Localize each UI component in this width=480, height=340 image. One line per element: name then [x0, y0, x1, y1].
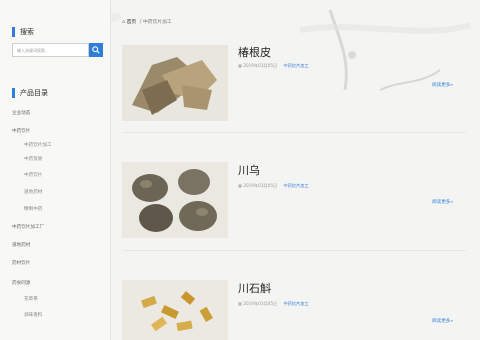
sidebar-category-item[interactable]: 道地药材 — [12, 242, 30, 248]
sidebar: 搜索 输入关键词搜索... 产品目录 企业动态 中药饮片 中药饮片加工 中药贸易 中药饮… — [0, 0, 111, 340]
read-more-link-2[interactable]: 阅读更多» — [432, 199, 453, 205]
product-image-chuanshihu[interactable] — [122, 280, 228, 340]
bark-pieces-image — [122, 45, 228, 121]
product-image-chuanwu[interactable] — [122, 162, 228, 238]
sidebar-category-item[interactable]: 精制中药 — [24, 206, 42, 212]
calendar-icon: ▦ — [238, 183, 242, 188]
sidebar-category-item[interactable]: 中药饮片 — [24, 172, 42, 178]
sidebar-category-item[interactable]: 药材饮片 — [12, 260, 30, 266]
breadcrumb-separator: / — [139, 20, 142, 25]
sidebar-category-item[interactable]: 企业动态 — [12, 110, 30, 116]
breadcrumb-home[interactable]: 首页 — [127, 20, 137, 25]
breadcrumb-current: 中药饮片加工 — [142, 20, 172, 25]
divider — [122, 132, 466, 133]
sidebar-category-item[interactable]: 道地药材 — [24, 189, 42, 195]
card-date-1: 2019年03月05日 — [243, 63, 278, 68]
read-more-link-1[interactable]: 阅读更多» — [432, 82, 453, 88]
calendar-icon: ▦ — [238, 301, 242, 306]
roots-image — [122, 162, 228, 238]
read-more-link-3[interactable]: 阅读更多» — [432, 318, 453, 324]
card-date-3: 2019年03月05日 — [243, 301, 278, 306]
products-section-title: 产品目录 — [12, 88, 48, 98]
stems-image — [122, 280, 228, 340]
divider — [122, 250, 466, 251]
card-category-3[interactable]: 中药饮片加工 — [284, 301, 309, 306]
card-meta-3: ▦ 2019年03月05日 中药饮片加工 — [238, 301, 309, 307]
sidebar-category-item[interactable]: 药食同源 — [12, 280, 30, 286]
sidebar-category-item[interactable]: 中药饮片加工厂 — [12, 224, 44, 230]
card-title-2[interactable]: 川乌 — [238, 162, 260, 178]
card-meta-1: ▦ 2019年03月05日 中药饮片加工 — [238, 63, 309, 69]
card-category-1[interactable]: 中药饮片加工 — [284, 63, 309, 68]
search-icon — [92, 46, 100, 54]
card-category-2[interactable]: 中药饮片加工 — [284, 183, 309, 188]
sidebar-category-item[interactable]: 花草茶 — [24, 296, 38, 302]
home-icon: ⌂ — [122, 20, 126, 25]
card-meta-2: ▦ 2019年03月05日 中药饮片加工 — [238, 183, 309, 189]
search-input[interactable]: 输入关键词搜索... — [12, 43, 89, 57]
search-button[interactable] — [89, 43, 103, 57]
card-title-1[interactable]: 椿根皮 — [238, 44, 271, 60]
card-date-2: 2019年03月05日 — [243, 183, 278, 188]
sidebar-category-item[interactable]: 中药饮片 — [12, 128, 30, 134]
breadcrumb: ⌂ 首页 / 中药饮片加工 — [122, 18, 172, 25]
sidebar-category-item[interactable]: 中药贸易 — [24, 156, 42, 162]
product-image-chungenpi[interactable] — [122, 45, 228, 121]
calendar-icon: ▦ — [238, 63, 242, 68]
sidebar-category-item[interactable]: 中药饮片加工 — [24, 142, 52, 148]
card-title-3[interactable]: 川石斛 — [238, 280, 271, 296]
search-section-title: 搜索 — [12, 27, 34, 37]
sidebar-category-item[interactable]: 调味香料 — [24, 312, 42, 318]
